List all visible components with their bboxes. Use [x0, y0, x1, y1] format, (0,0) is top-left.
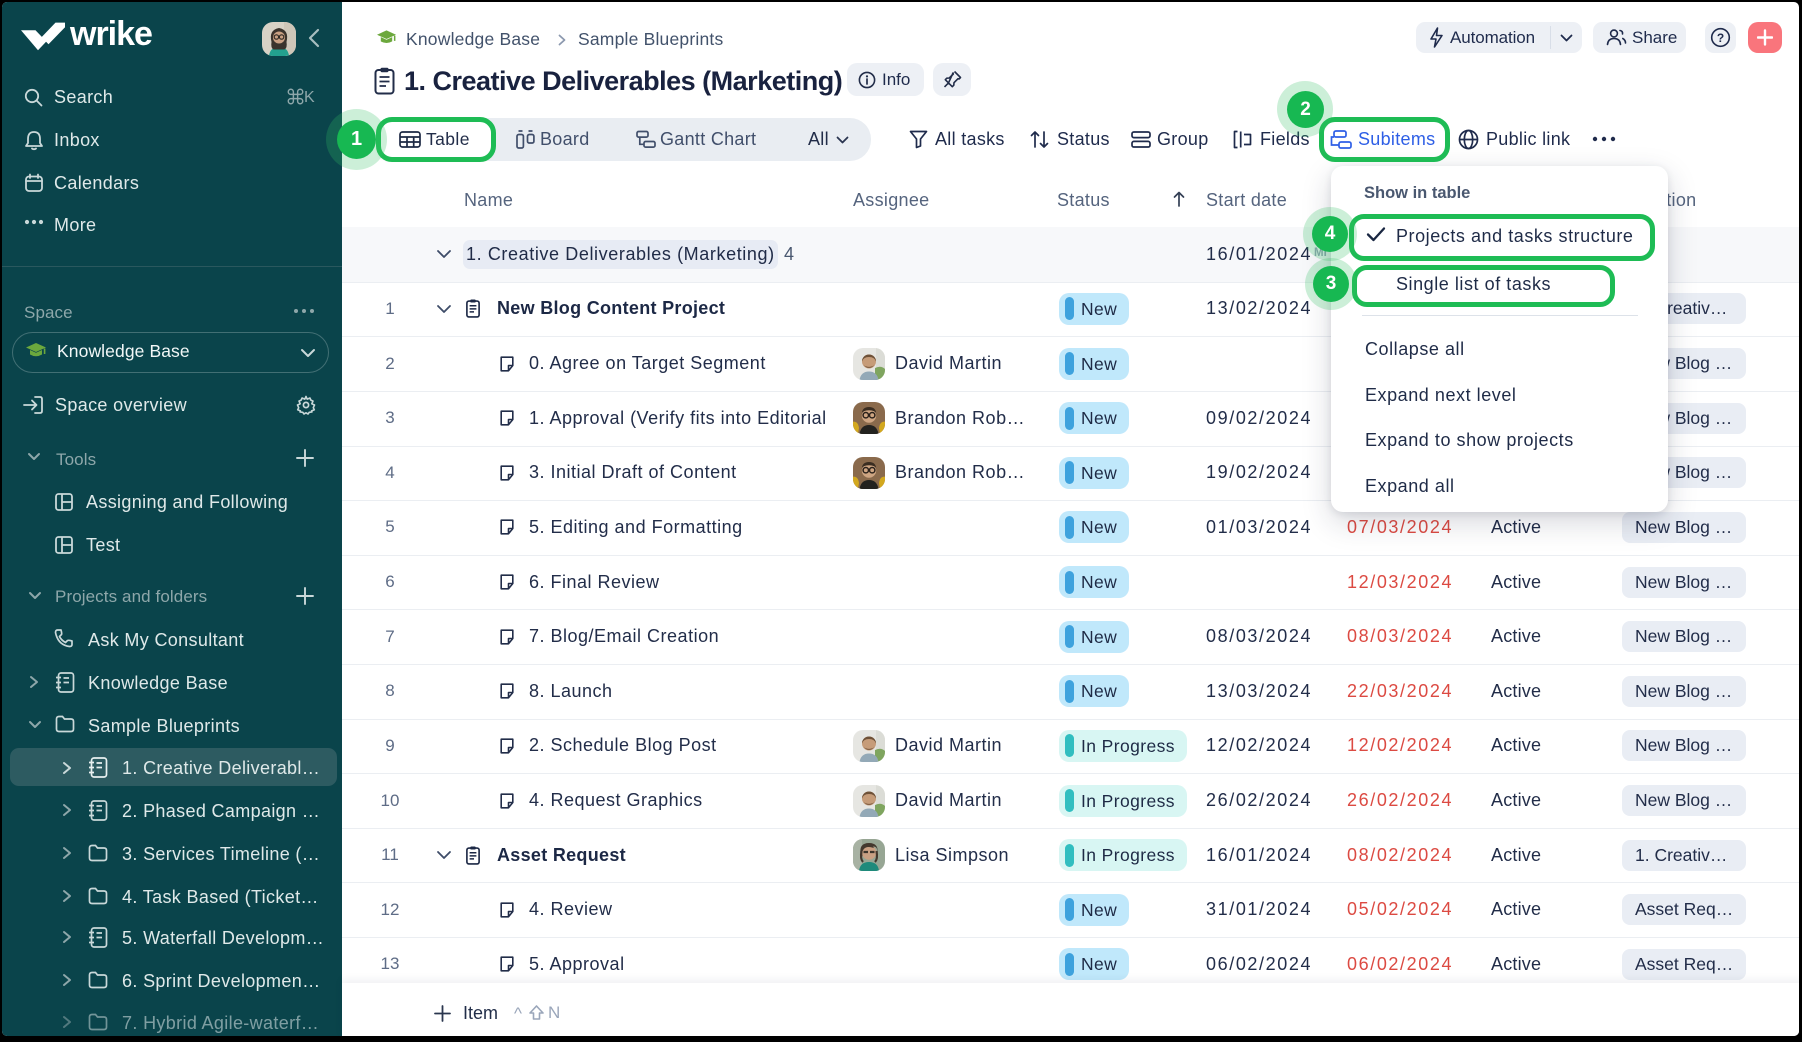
svg-text:?: ? [1717, 31, 1724, 45]
